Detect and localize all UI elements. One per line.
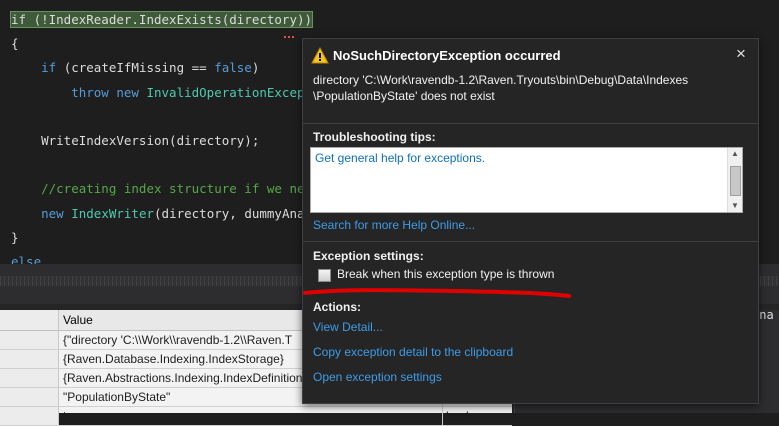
code-token: new xyxy=(11,205,72,221)
code-token: throw new xyxy=(11,84,147,100)
code-token: IndexWriter xyxy=(71,205,155,221)
code-token: { xyxy=(11,36,19,52)
code-token: (directory, dummyAnaly xyxy=(154,205,320,221)
exception-assistant-popup: NoSuchDirectoryException occurred × dire… xyxy=(302,38,759,404)
code-line[interactable]: throw new InvalidOperationExceptio xyxy=(11,82,327,104)
open-settings-link[interactable]: Open exception settings xyxy=(313,370,442,384)
code-token: (createIfMissing == xyxy=(63,60,215,76)
copy-detail-link[interactable]: Copy exception detail to the clipboard xyxy=(313,345,513,359)
code-line[interactable]: new IndexWriter(directory, dummyAnaly xyxy=(11,203,320,225)
code-line[interactable]: { xyxy=(11,33,19,55)
table-row[interactable]: true bool xyxy=(0,407,512,426)
code-token: if xyxy=(11,60,64,76)
header-name-cell xyxy=(0,310,59,330)
name-cell[interactable] xyxy=(0,350,59,368)
actions-title: Actions: xyxy=(313,300,361,314)
code-line[interactable]: if (!IndexReader.IndexExists(directory)) xyxy=(9,9,314,31)
highlighted-statement: if (!IndexReader.IndexExists(directory)) xyxy=(9,11,314,28)
error-squiggle xyxy=(284,32,294,38)
type-cell: bool xyxy=(442,407,514,425)
code-token: WriteIndexVersion(directory); xyxy=(11,133,260,148)
code-token: //creating index structure if we need xyxy=(11,181,320,197)
name-cell[interactable] xyxy=(0,369,59,387)
value-cell[interactable]: true xyxy=(60,407,443,425)
code-token: } xyxy=(11,229,19,245)
code-token: ) xyxy=(251,60,260,76)
view-detail-link[interactable]: View Detail... xyxy=(313,320,383,334)
code-token: false xyxy=(214,60,252,76)
code-line[interactable]: //creating index structure if we need xyxy=(11,178,320,200)
name-cell[interactable] xyxy=(0,407,59,425)
name-cell[interactable] xyxy=(0,388,59,406)
code-line[interactable]: else xyxy=(11,251,41,264)
code-line[interactable]: if (createIfMissing == false) xyxy=(11,57,259,79)
code-line[interactable]: } xyxy=(11,227,19,249)
code-line[interactable]: WriteIndexVersion(directory); xyxy=(11,130,259,152)
code-token: InvalidOperationExceptio xyxy=(146,84,328,100)
code-token: else xyxy=(11,254,42,264)
name-cell[interactable] xyxy=(0,331,59,349)
